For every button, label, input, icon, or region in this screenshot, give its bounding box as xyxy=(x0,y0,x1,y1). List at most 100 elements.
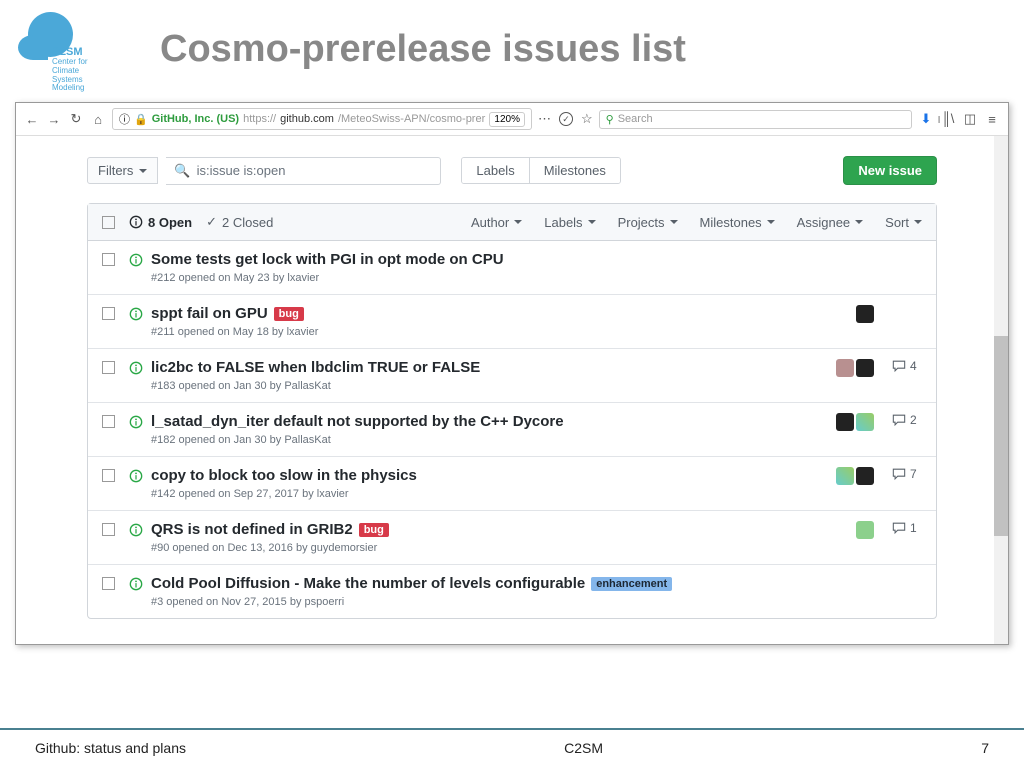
issue-open-icon xyxy=(129,523,143,554)
filters-dropdown[interactable]: Filters xyxy=(87,157,158,184)
issue-label-enhancement[interactable]: enhancement xyxy=(591,577,672,591)
assignee-avatar[interactable] xyxy=(856,305,874,323)
issue-open-icon xyxy=(129,577,143,608)
select-all-checkbox[interactable] xyxy=(102,216,115,229)
footer-page: 7 xyxy=(981,740,989,756)
comment-count[interactable]: 7 xyxy=(892,467,922,481)
issue-meta: #3 opened on Nov 27, 2015 by pspoerri xyxy=(151,596,824,608)
issue-checkbox[interactable] xyxy=(102,577,115,590)
download-icon[interactable]: ⬇ xyxy=(918,111,934,127)
issue-open-icon xyxy=(129,469,143,500)
assignee-avatar[interactable] xyxy=(856,467,874,485)
assignees xyxy=(834,467,874,485)
slide-header: C2SM Center for Climate Systems Modeling… xyxy=(0,0,1024,90)
issue-row: lic2bc to FALSE when lbdclim TRUE or FAL… xyxy=(88,349,936,403)
milestones-button[interactable]: Milestones xyxy=(530,158,620,183)
issue-meta: #183 opened on Jan 30 by PallasKat xyxy=(151,380,824,392)
scrollbar-track[interactable] xyxy=(994,136,1008,644)
sidebar-icon[interactable]: ◫ xyxy=(962,111,978,127)
url-bar[interactable]: ⓘ 🔒 GitHub, Inc. (US) https://github.com… xyxy=(112,108,532,130)
lock-icon: 🔒 xyxy=(134,113,148,126)
issue-title-link[interactable]: l_satad_dyn_iter default not supported b… xyxy=(151,413,564,430)
issue-row: l_satad_dyn_iter default not supported b… xyxy=(88,403,936,457)
issues-list-header: 8 Open ✓ 2 Closed Author Labels Projects… xyxy=(88,204,936,241)
issue-open-icon xyxy=(129,307,143,338)
search-icon: 🔍 xyxy=(174,163,190,179)
open-tab[interactable]: 8 Open xyxy=(129,215,192,230)
menu-icon[interactable]: ≡ xyxy=(984,111,1000,127)
issues-list: 8 Open ✓ 2 Closed Author Labels Projects… xyxy=(87,203,937,619)
assignee-avatar[interactable] xyxy=(856,413,874,431)
comment-count[interactable]: 2 xyxy=(892,413,922,427)
browser-search[interactable]: ⚲ Search xyxy=(599,110,912,129)
assignee-avatar[interactable] xyxy=(836,359,854,377)
scrollbar-thumb[interactable] xyxy=(994,336,1008,536)
issues-search[interactable]: 🔍 is:issue is:open xyxy=(166,157,441,185)
info-icon: ⓘ xyxy=(119,111,130,127)
issue-checkbox[interactable] xyxy=(102,361,115,374)
issue-title-link[interactable]: Some tests get lock with PGI in opt mode… xyxy=(151,251,504,268)
new-issue-button[interactable]: New issue xyxy=(843,156,937,185)
issues-filterbar: Filters 🔍 is:issue is:open Labels Milest… xyxy=(87,156,937,185)
zoom-badge[interactable]: 120% xyxy=(489,112,525,127)
cert-label: GitHub, Inc. (US) xyxy=(152,113,239,125)
assignees xyxy=(834,305,874,323)
assignees xyxy=(834,359,874,377)
issue-open-icon xyxy=(129,253,143,284)
issue-meta: #182 opened on Jan 30 by PallasKat xyxy=(151,434,824,446)
issue-checkbox[interactable] xyxy=(102,253,115,266)
issue-open-icon xyxy=(129,415,143,446)
assignees xyxy=(834,413,874,431)
library-icon[interactable]: ⃓║\ xyxy=(940,111,956,127)
labels-filter[interactable]: Labels xyxy=(544,215,595,230)
assignee-avatar[interactable] xyxy=(836,467,854,485)
more-icon[interactable]: ⋯ xyxy=(538,111,551,127)
issue-checkbox[interactable] xyxy=(102,307,115,320)
issue-checkbox[interactable] xyxy=(102,523,115,536)
reader-icon[interactable]: ✓ xyxy=(559,112,573,126)
bookmark-star-icon[interactable]: ☆ xyxy=(581,111,593,127)
footer-left: Github: status and plans xyxy=(35,740,186,756)
issue-open-icon xyxy=(129,215,143,229)
issue-meta: #90 opened on Dec 13, 2016 by guydemorsi… xyxy=(151,542,824,554)
projects-filter[interactable]: Projects xyxy=(618,215,678,230)
forward-button[interactable]: → xyxy=(46,111,62,127)
issue-row: sppt fail on GPU bug #211 opened on May … xyxy=(88,295,936,349)
assignee-avatar[interactable] xyxy=(836,413,854,431)
c2sm-logo: C2SM Center for Climate Systems Modeling xyxy=(10,10,90,85)
comment-count[interactable]: 4 xyxy=(892,359,922,373)
home-button[interactable]: ⌂ xyxy=(90,111,106,127)
github-page: Filters 🔍 is:issue is:open Labels Milest… xyxy=(16,136,1008,644)
issue-row: QRS is not defined in GRIB2 bug #90 open… xyxy=(88,511,936,565)
issue-meta: #212 opened on May 23 by lxavier xyxy=(151,272,824,284)
issue-meta: #142 opened on Sep 27, 2017 by lxavier xyxy=(151,488,824,500)
reload-button[interactable]: ↻ xyxy=(68,111,84,127)
milestones-filter[interactable]: Milestones xyxy=(700,215,775,230)
sort-filter[interactable]: Sort xyxy=(885,215,922,230)
back-button[interactable]: ← xyxy=(24,111,40,127)
assignee-filter[interactable]: Assignee xyxy=(797,215,863,230)
issue-label-bug[interactable]: bug xyxy=(359,523,389,537)
labels-button[interactable]: Labels xyxy=(462,158,529,183)
search-icon: ⚲ xyxy=(606,113,614,126)
browser-toolbar: ← → ↻ ⌂ ⓘ 🔒 GitHub, Inc. (US) https://gi… xyxy=(16,103,1008,136)
assignee-avatar[interactable] xyxy=(856,521,874,539)
check-icon: ✓ xyxy=(206,214,217,230)
assignee-avatar[interactable] xyxy=(856,359,874,377)
issue-label-bug[interactable]: bug xyxy=(274,307,304,321)
issue-title-link[interactable]: lic2bc to FALSE when lbdclim TRUE or FAL… xyxy=(151,359,480,376)
issue-title-link[interactable]: sppt fail on GPU xyxy=(151,305,268,322)
issue-row: Some tests get lock with PGI in opt mode… xyxy=(88,241,936,295)
issue-title-link[interactable]: copy to block too slow in the physics xyxy=(151,467,417,484)
issue-row: Cold Pool Diffusion - Make the number of… xyxy=(88,565,936,618)
closed-tab[interactable]: ✓ 2 Closed xyxy=(206,214,273,230)
comment-count[interactable]: 1 xyxy=(892,521,922,535)
issue-checkbox[interactable] xyxy=(102,415,115,428)
author-filter[interactable]: Author xyxy=(471,215,522,230)
issue-row: copy to block too slow in the physics #1… xyxy=(88,457,936,511)
footer-center: C2SM xyxy=(564,740,603,756)
issue-checkbox[interactable] xyxy=(102,469,115,482)
issue-title-link[interactable]: Cold Pool Diffusion - Make the number of… xyxy=(151,575,585,592)
slide-footer: Github: status and plans C2SM 7 xyxy=(0,728,1024,768)
issue-title-link[interactable]: QRS is not defined in GRIB2 xyxy=(151,521,353,538)
